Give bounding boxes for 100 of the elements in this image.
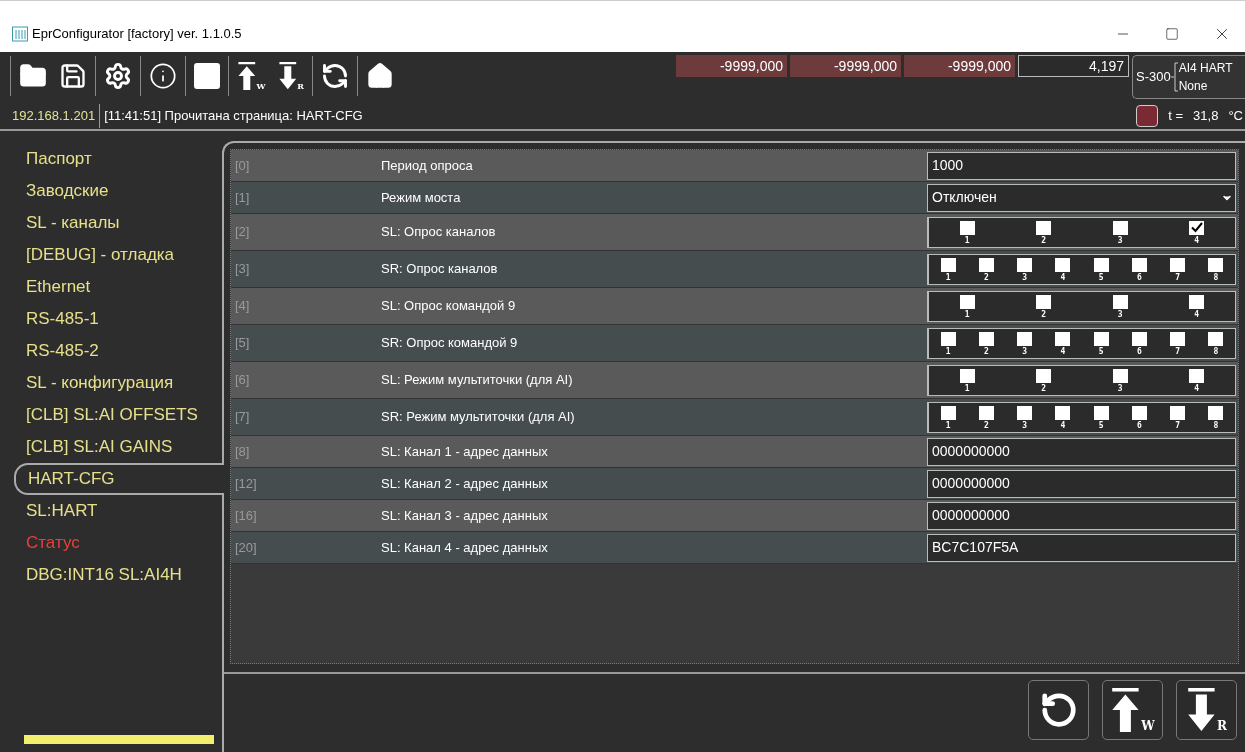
readout-field: -9999,000 bbox=[790, 55, 901, 77]
checkbox[interactable] bbox=[940, 405, 956, 420]
checkbox[interactable] bbox=[1036, 368, 1052, 383]
checkbox[interactable] bbox=[1093, 257, 1109, 272]
checkbox[interactable] bbox=[959, 368, 975, 383]
checkbox[interactable] bbox=[959, 294, 975, 309]
checkbox-label: 8 bbox=[1213, 419, 1219, 432]
checkbox[interactable] bbox=[959, 220, 975, 235]
checkbox[interactable] bbox=[1170, 405, 1186, 420]
checkbox-label: 4 bbox=[1060, 419, 1066, 432]
checkbox[interactable] bbox=[1131, 405, 1147, 420]
sidebar-item[interactable]: SL - конфигурация bbox=[14, 367, 222, 399]
sidebar-item[interactable]: Паспорт bbox=[14, 143, 222, 175]
checkbox[interactable] bbox=[1055, 331, 1071, 346]
row-index: [7] bbox=[234, 408, 251, 427]
checkbox[interactable] bbox=[978, 331, 994, 346]
checkbox[interactable] bbox=[1017, 257, 1033, 272]
sidebar-item[interactable]: DBG:INT16 SL:AI4H bbox=[14, 559, 222, 591]
row-index: [5] bbox=[234, 334, 251, 353]
checkbox[interactable] bbox=[1093, 331, 1109, 346]
checkbox[interactable] bbox=[1208, 405, 1224, 420]
checkbox[interactable] bbox=[1189, 368, 1205, 383]
checkbox-label: 2 bbox=[1041, 308, 1047, 321]
checkbox[interactable] bbox=[1112, 220, 1128, 235]
checkbox[interactable] bbox=[1017, 405, 1033, 420]
checkbox-label: 4 bbox=[1194, 308, 1200, 321]
sync-icon[interactable] bbox=[320, 62, 349, 90]
checkbox[interactable] bbox=[1208, 331, 1224, 346]
checkbox[interactable] bbox=[1017, 331, 1033, 346]
row-index: [6] bbox=[234, 371, 251, 390]
checkbox[interactable] bbox=[1055, 257, 1071, 272]
bracket-icon bbox=[1170, 61, 1179, 93]
value-field[interactable]: 0000000000 bbox=[927, 437, 1236, 466]
sidebar-item[interactable]: Заводские bbox=[14, 175, 222, 207]
checkbox-label: 1 bbox=[945, 345, 951, 358]
checkbox[interactable] bbox=[1189, 220, 1205, 235]
maximize-icon[interactable] bbox=[1165, 27, 1179, 41]
checkbox[interactable] bbox=[978, 405, 994, 420]
ip-address: 192.168.1.201 bbox=[11, 107, 97, 126]
checkbox-label: 4 bbox=[1194, 382, 1200, 395]
value-field[interactable]: 1000 bbox=[927, 151, 1236, 180]
value-field[interactable]: 0000000000 bbox=[927, 501, 1236, 530]
checkbox[interactable] bbox=[1208, 257, 1224, 272]
device-line: AI4 HART bbox=[1178, 60, 1233, 77]
sidebar-item[interactable]: RS-485-2 bbox=[14, 335, 222, 367]
value-field[interactable]: BC7C107F5A bbox=[927, 533, 1236, 562]
refresh-button[interactable] bbox=[1028, 680, 1089, 740]
row-label: SL: Канал 2 - адрес данных bbox=[381, 474, 549, 493]
row-label: SR: Опрос каналов bbox=[381, 260, 499, 279]
write-button[interactable]: W bbox=[237, 62, 266, 90]
read-button[interactable]: R bbox=[1176, 680, 1237, 740]
checkbox[interactable] bbox=[940, 257, 956, 272]
checkbox[interactable] bbox=[1189, 294, 1205, 309]
checkbox-label: 1 bbox=[945, 271, 951, 284]
checkbox-label: 7 bbox=[1175, 345, 1181, 358]
sidebar-item[interactable]: SL:HART bbox=[14, 495, 222, 527]
sidebar-item[interactable]: [CLB] SL:AI GAINS bbox=[14, 431, 222, 463]
checkbox-label: 6 bbox=[1136, 345, 1142, 358]
folder-icon[interactable] bbox=[19, 62, 47, 90]
save-icon[interactable] bbox=[59, 62, 87, 90]
sidebar-item[interactable]: [CLB] SL:AI OFFSETS bbox=[14, 399, 222, 431]
checkbox-label: 3 bbox=[1117, 308, 1123, 321]
sidebar-item[interactable]: HART-CFG bbox=[14, 463, 224, 495]
checkbox[interactable] bbox=[1170, 257, 1186, 272]
info-icon[interactable] bbox=[149, 62, 177, 90]
checkbox-label: 2 bbox=[983, 271, 989, 284]
upload-arrow-icon bbox=[237, 62, 257, 90]
sidebar-item[interactable]: SL - каналы bbox=[14, 207, 222, 239]
checkbox[interactable] bbox=[1131, 331, 1147, 346]
checkbox[interactable] bbox=[978, 257, 994, 272]
checkbox[interactable] bbox=[1112, 368, 1128, 383]
mode-dropdown[interactable]: Отключен bbox=[927, 183, 1236, 212]
checkbox[interactable] bbox=[1055, 405, 1071, 420]
checkbox[interactable] bbox=[1036, 294, 1052, 309]
checkbox[interactable] bbox=[1093, 405, 1109, 420]
row-index: [20] bbox=[234, 538, 258, 557]
sidebar-item[interactable]: Ethernet bbox=[14, 271, 222, 303]
sidebar-item[interactable]: RS-485-1 bbox=[14, 303, 222, 335]
row-index: [2] bbox=[234, 223, 251, 242]
row-index: [8] bbox=[234, 442, 251, 461]
checkbox-label: 2 bbox=[983, 345, 989, 358]
write-button[interactable]: W bbox=[1102, 680, 1163, 740]
download-arrow-icon bbox=[1186, 688, 1217, 732]
sidebar-item[interactable]: [DEBUG] - отладка bbox=[14, 239, 222, 271]
checkbox[interactable] bbox=[1036, 220, 1052, 235]
settings-icon[interactable] bbox=[104, 62, 132, 90]
checkbox[interactable] bbox=[1131, 257, 1147, 272]
read-button[interactable]: R bbox=[277, 62, 304, 90]
download-arrow-icon bbox=[277, 62, 298, 90]
checkbox[interactable] bbox=[940, 331, 956, 346]
row-label: SL: Опрос каналов bbox=[381, 223, 497, 242]
temperature-value: 31,8 bbox=[1193, 107, 1219, 126]
checkbox-label: 4 bbox=[1194, 234, 1200, 247]
value-field[interactable]: 0000000000 bbox=[927, 469, 1236, 498]
sidebar-item[interactable]: Статус bbox=[14, 527, 222, 559]
status-message: [11:41:51] Прочитана страница: HART-CFG bbox=[103, 107, 363, 126]
home-icon[interactable] bbox=[365, 62, 394, 90]
checkbox[interactable] bbox=[1170, 331, 1186, 346]
checkbox-label: 1 bbox=[964, 234, 970, 247]
checkbox[interactable] bbox=[1112, 294, 1128, 309]
